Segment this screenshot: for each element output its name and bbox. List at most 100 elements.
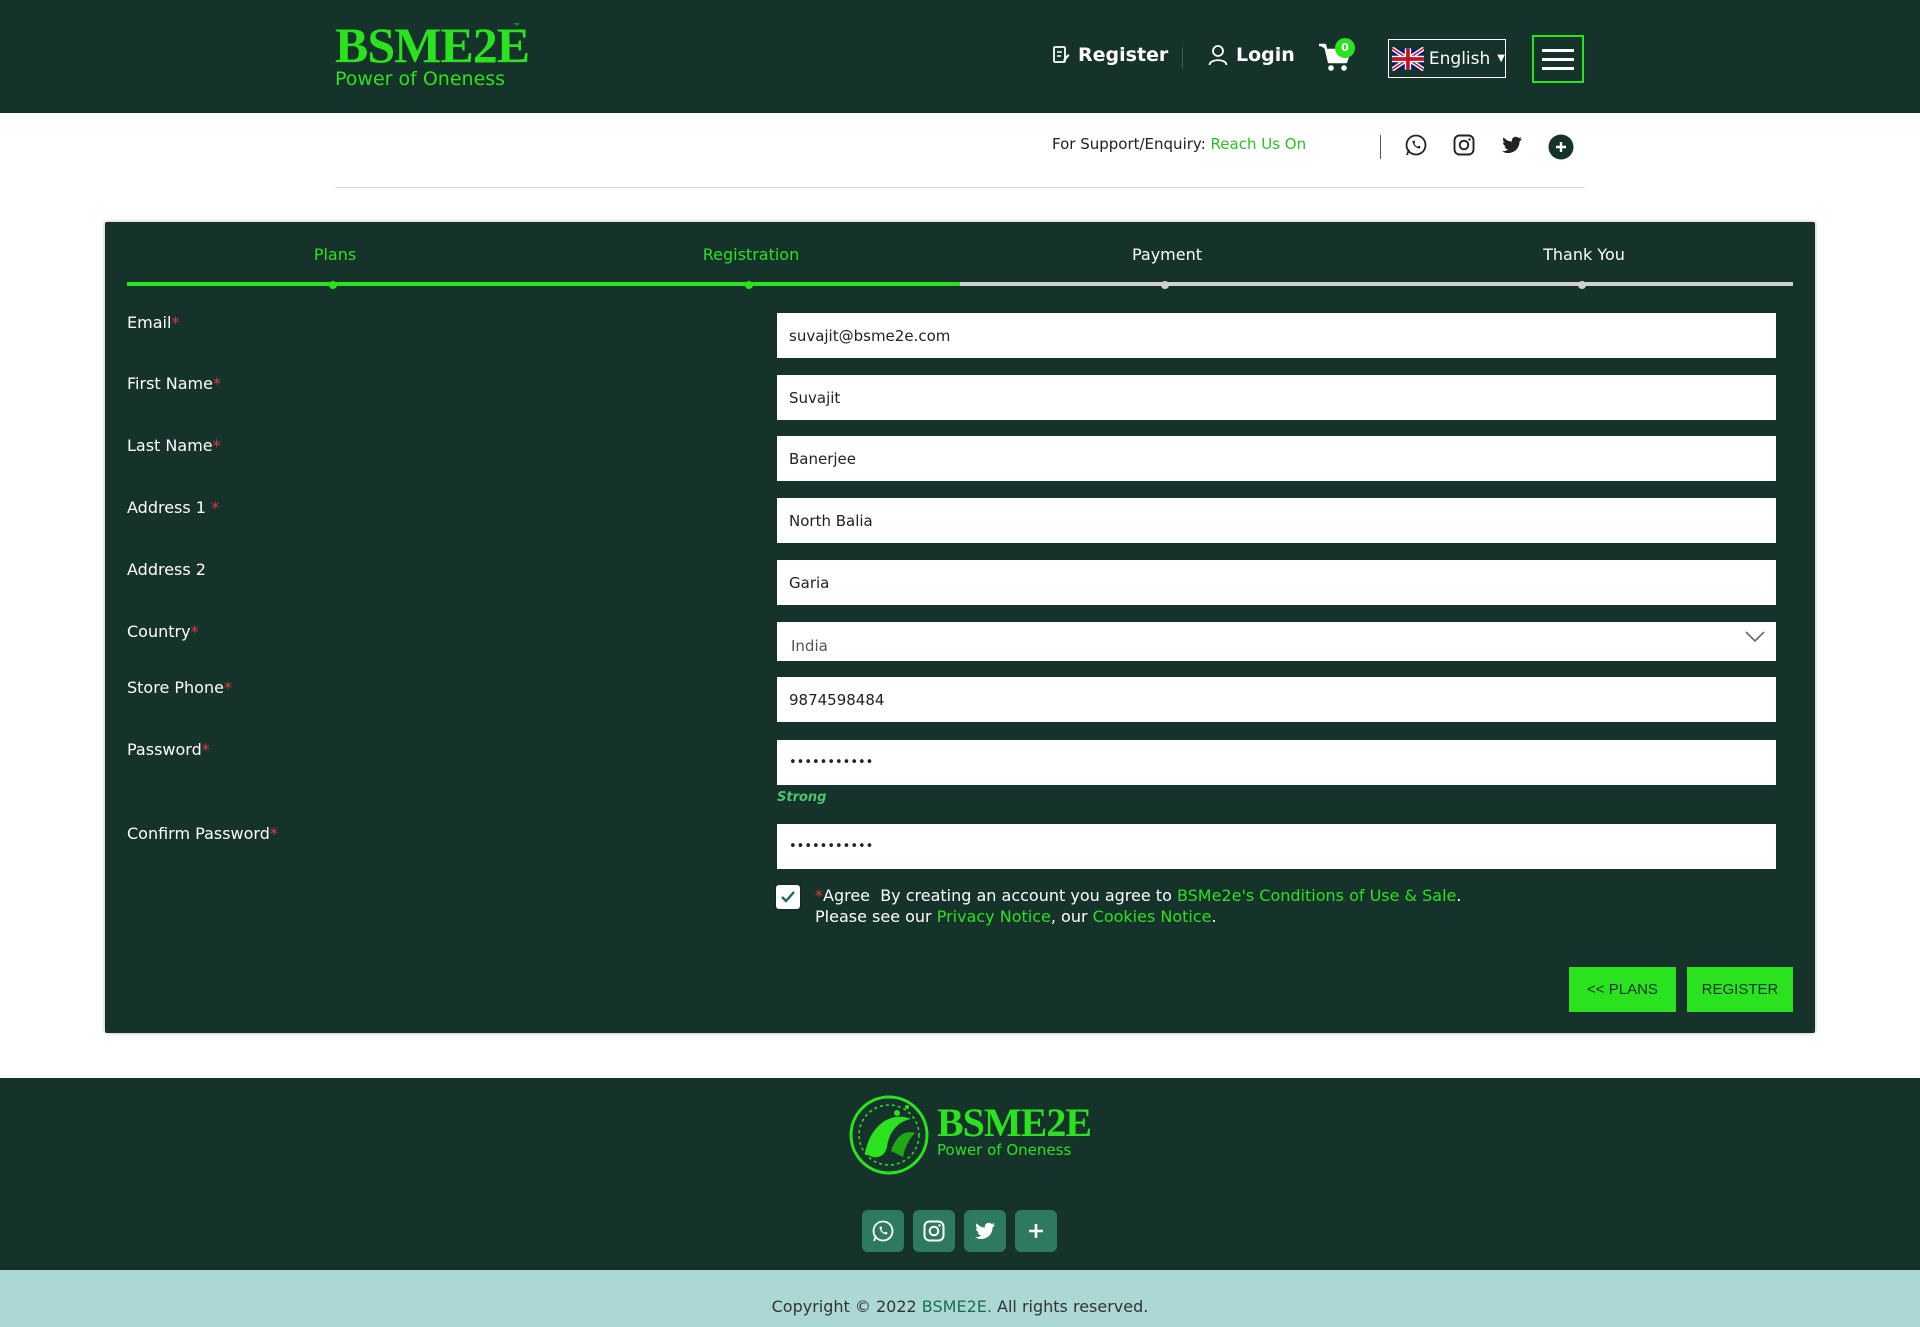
confirm-password-label-text: Confirm Password [127, 824, 270, 843]
agree-text-3: , our [1050, 907, 1088, 926]
store-phone-label-text: Store Phone [127, 678, 224, 697]
step-dot [1578, 281, 1586, 289]
address1-label: Address 1 * [127, 498, 219, 517]
password-strength-indicator: Strong [777, 790, 827, 805]
step-payment: Payment [1131, 245, 1203, 264]
header-divider [335, 187, 1585, 188]
password-field[interactable] [777, 740, 1776, 785]
country-label: Country* [127, 622, 199, 641]
footer-emblem-icon [845, 1093, 933, 1181]
required-marker: * [171, 313, 180, 332]
agree-period: . [1456, 886, 1462, 905]
language-label: English [1428, 48, 1491, 69]
twitter-icon [975, 1222, 995, 1240]
login-link[interactable]: Login [1208, 44, 1295, 66]
cookies-notice-link[interactable]: Cookies Notice [1093, 907, 1212, 926]
password-label: Password* [127, 740, 210, 759]
footer-logo[interactable]: BSME2E Power of Oneness [937, 1100, 1092, 1159]
more-plus-icon[interactable] [1548, 134, 1574, 164]
address2-label-text: Address 2 [127, 560, 206, 579]
caret-down-icon: ▼ [1497, 53, 1505, 64]
first-name-label-text: First Name [127, 374, 213, 393]
copyright-text: Copyright © 2022 BSME2E. All rights rese… [0, 1297, 1920, 1316]
footer-more-button[interactable] [1015, 1210, 1057, 1252]
last-name-label-text: Last Name [127, 436, 213, 455]
store-phone-label: Store Phone* [127, 678, 232, 697]
agree-word: Agree [823, 886, 871, 905]
email-field[interactable] [777, 313, 1776, 358]
back-to-plans-button[interactable]: << PLANS [1569, 967, 1676, 1012]
copyright-brand: BSME2E. [921, 1297, 992, 1316]
agree-checkbox[interactable] [776, 885, 800, 909]
step-dot [1161, 281, 1169, 289]
step-dot [329, 281, 337, 289]
required-marker: * [212, 436, 221, 455]
logo-tagline: Power of Oneness [335, 68, 506, 90]
register-submit-button[interactable]: REGISTER [1687, 967, 1793, 1012]
required-marker: * [815, 886, 823, 905]
agree-text-1: By creating an account you agree to [880, 886, 1172, 905]
reach-us-link[interactable]: Reach Us On [1211, 135, 1307, 153]
agree-period: . [1211, 907, 1217, 926]
step-dot [745, 281, 753, 289]
conditions-link[interactable]: BSMe2e's Conditions of Use & Sale [1177, 886, 1456, 905]
address2-field[interactable] [777, 560, 1776, 605]
support-prefix: For Support/Enquiry: [1052, 135, 1206, 153]
store-phone-field[interactable] [777, 677, 1776, 722]
copyright-prefix: Copyright © 2022 [771, 1297, 917, 1316]
whatsapp-icon[interactable] [1404, 133, 1428, 161]
country-select[interactable]: India [777, 622, 1776, 661]
brand-logo[interactable]: BSME2E ™ Power of Oneness [335, 17, 530, 90]
support-text: For Support/Enquiry: Reach Us On [1052, 135, 1306, 153]
step-track-complete [127, 282, 960, 286]
logo-wordmark: BSME2E [335, 17, 530, 73]
footer-instagram-button[interactable] [913, 1210, 955, 1252]
user-icon [1208, 45, 1228, 66]
country-label-text: Country [127, 622, 191, 641]
agree-text-2: Please see our [815, 907, 932, 926]
footer-twitter-button[interactable] [964, 1210, 1006, 1252]
first-name-label: First Name* [127, 374, 221, 393]
language-select[interactable]: English ▼ [1388, 39, 1506, 78]
required-marker: * [190, 622, 199, 641]
nav-separator [1182, 47, 1183, 69]
password-label-text: Password [127, 740, 202, 759]
last-name-field[interactable] [777, 436, 1776, 481]
required-marker: * [212, 374, 221, 393]
instagram-icon[interactable] [1452, 133, 1476, 161]
uk-flag-icon [1392, 46, 1424, 71]
top-header [0, 0, 1920, 113]
logo-trademark: ™ [513, 22, 521, 31]
confirm-password-label: Confirm Password* [127, 824, 278, 843]
footer-whatsapp-button[interactable] [862, 1210, 904, 1252]
register-link[interactable]: Register [1052, 44, 1168, 66]
cart-count-badge: 0 [1335, 38, 1355, 58]
menu-line-icon [1542, 48, 1574, 52]
menu-line-icon [1542, 66, 1574, 70]
register-label: Register [1078, 44, 1169, 66]
twitter-icon[interactable] [1500, 133, 1524, 161]
address1-field[interactable] [777, 498, 1776, 543]
step-track-pending [960, 282, 1793, 286]
address2-label: Address 2 [127, 560, 206, 579]
last-name-label: Last Name* [127, 436, 221, 455]
login-label: Login [1236, 44, 1295, 66]
menu-line-icon [1542, 57, 1574, 61]
plus-icon [1029, 1224, 1043, 1238]
footer-logo-wordmark: BSME2E [937, 1100, 1092, 1145]
chevron-down-icon [1745, 631, 1765, 643]
copyright-suffix: All rights reserved. [997, 1297, 1149, 1316]
confirm-password-field[interactable] [777, 824, 1776, 869]
whatsapp-icon [872, 1220, 894, 1242]
support-separator [1380, 135, 1381, 159]
footer-logo-tagline: Power of Oneness [937, 1141, 1072, 1159]
agree-terms-text: *Agree By creating an account you agree … [815, 885, 1461, 927]
hamburger-menu-button[interactable] [1532, 35, 1584, 83]
checkmark-icon [781, 891, 795, 903]
step-registration: Registration [702, 245, 800, 264]
first-name-field[interactable] [777, 375, 1776, 420]
privacy-notice-link[interactable]: Privacy Notice [937, 907, 1051, 926]
address1-label-text: Address 1 [127, 498, 206, 517]
step-plans[interactable]: Plans [235, 245, 435, 264]
required-marker: * [269, 824, 278, 843]
